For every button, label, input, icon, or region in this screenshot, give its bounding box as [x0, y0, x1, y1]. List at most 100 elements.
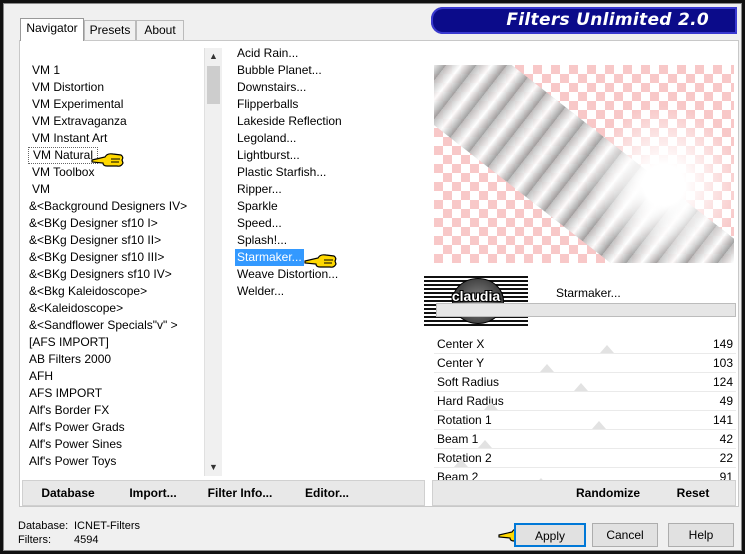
param-label: Center Y [437, 356, 485, 370]
slider-thumb[interactable] [600, 345, 614, 353]
param-value: 49 [719, 394, 733, 408]
filter-item[interactable]: Flipperballs [237, 96, 298, 113]
param-value: 149 [712, 337, 733, 351]
preview-starburst [584, 105, 734, 263]
help-button[interactable]: Help [668, 523, 734, 547]
param-label: Beam 1 [437, 432, 479, 446]
category-list[interactable]: VM 1 VM Distortion VM Experimental VM Ex… [26, 62, 201, 482]
category-item[interactable]: AFH [29, 368, 53, 385]
param-row-rotation-1[interactable]: Rotation 1 141 [434, 411, 736, 430]
category-item[interactable]: &<Sandflower Specials"v" > [29, 317, 178, 334]
param-value: 22 [719, 451, 733, 465]
cancel-button[interactable]: Cancel [592, 523, 658, 547]
filter-item[interactable]: Speed... [237, 215, 282, 232]
filter-item[interactable]: Lightburst... [237, 147, 300, 164]
selected-filter-name: Starmaker... [556, 286, 621, 300]
category-item[interactable]: &<Background Designers IV> [29, 198, 187, 215]
category-item[interactable]: Alf's Power Sines [29, 436, 122, 453]
category-item[interactable]: &<BKg Designers sf10 IV> [29, 266, 172, 283]
category-item[interactable]: VM Instant Art [32, 130, 107, 147]
category-scrollbar[interactable]: ▲ ▼ [204, 48, 222, 476]
scroll-down-arrow-icon[interactable]: ▼ [205, 459, 222, 476]
navigator-button-bar: Database Import... Filter Info... Editor… [22, 480, 425, 506]
watermark-logo: claudia [424, 276, 528, 326]
filter-item[interactable]: Bubble Planet... [237, 62, 322, 79]
category-item[interactable]: &<BKg Designer sf10 III> [29, 249, 164, 266]
filter-item[interactable]: Sparkle [237, 198, 278, 215]
parameter-list: Center X 149 Center Y 103 Soft Radius 12… [434, 335, 736, 487]
category-item[interactable]: VM 1 [32, 62, 60, 79]
category-item[interactable]: Alf's Border FX [29, 402, 109, 419]
param-row-rotation-2[interactable]: Rotation 2 22 [434, 449, 736, 468]
pointing-hand-icon [304, 254, 337, 268]
scroll-up-arrow-icon[interactable]: ▲ [205, 48, 222, 65]
param-row-soft-radius[interactable]: Soft Radius 124 [434, 373, 736, 392]
filter-item[interactable]: Ripper... [237, 181, 282, 198]
filter-list[interactable]: Acid Rain... Bubble Planet... Downstairs… [234, 45, 424, 345]
filter-info-button[interactable]: Filter Info... [207, 481, 273, 505]
editor-button[interactable]: Editor... [303, 481, 351, 505]
category-item[interactable]: AB Filters 2000 [29, 351, 111, 368]
slider-thumb[interactable] [478, 440, 492, 448]
param-value: 124 [712, 375, 733, 389]
reset-button[interactable]: Reset [671, 481, 715, 505]
category-item[interactable]: VM Extravaganza [32, 113, 127, 130]
tab-navigator[interactable]: Navigator [20, 18, 84, 41]
filter-preview [434, 65, 734, 263]
parameter-button-bar: Randomize Reset [432, 480, 736, 506]
filter-item[interactable]: Downstairs... [237, 79, 306, 96]
category-item[interactable]: &<BKg Designer sf10 II> [29, 232, 161, 249]
pointing-hand-icon [91, 153, 124, 167]
tab-presets[interactable]: Presets [84, 20, 136, 40]
filter-item[interactable]: Plastic Starfish... [237, 164, 326, 181]
param-row-beam-1[interactable]: Beam 1 42 [434, 430, 736, 449]
watermark-text: claudia [451, 288, 501, 304]
progress-bar [436, 303, 736, 317]
param-row-center-y[interactable]: Center Y 103 [434, 354, 736, 373]
filters-count-value: 4594 [74, 534, 99, 546]
category-item[interactable]: VM [32, 181, 50, 198]
filter-item-selected[interactable]: Starmaker... [235, 249, 304, 266]
title-banner: Filters Unlimited 2.0 [431, 7, 737, 34]
apply-button[interactable]: Apply [514, 523, 586, 547]
randomize-button[interactable]: Randomize [573, 481, 643, 505]
param-value: 141 [712, 413, 733, 427]
database-value: ICNET-Filters [74, 520, 140, 532]
filter-item[interactable]: Acid Rain... [237, 45, 298, 62]
tab-about[interactable]: About [136, 20, 184, 40]
param-row-hard-radius[interactable]: Hard Radius 49 [434, 392, 736, 411]
filters-unlimited-window: Filters Unlimited 2.0 Navigator Presets … [3, 3, 742, 551]
param-label: Rotation 1 [437, 413, 492, 427]
category-item-selected[interactable]: VM Natural [28, 147, 99, 164]
filter-item[interactable]: Lakeside Reflection [237, 113, 342, 130]
database-button[interactable]: Database [39, 481, 97, 505]
category-item[interactable]: Alf's Power Grads [29, 419, 125, 436]
param-value: 42 [719, 432, 733, 446]
filter-item[interactable]: Legoland... [237, 130, 296, 147]
param-label: Center X [437, 337, 485, 351]
database-label: Database: [18, 520, 69, 532]
slider-thumb[interactable] [574, 383, 588, 391]
import-button[interactable]: Import... [127, 481, 179, 505]
filters-count-label: Filters: [18, 534, 51, 546]
category-item[interactable]: AFS IMPORT [29, 385, 102, 402]
slider-thumb[interactable] [592, 421, 606, 429]
category-item[interactable]: [AFS IMPORT] [29, 334, 109, 351]
slider-thumb[interactable] [484, 402, 498, 410]
category-item[interactable]: &<Bkg Kaleidoscope> [29, 283, 147, 300]
param-row-center-x[interactable]: Center X 149 [434, 335, 736, 354]
scroll-thumb[interactable] [207, 66, 220, 104]
category-item[interactable]: VM Experimental [32, 96, 123, 113]
filter-item[interactable]: Welder... [237, 283, 284, 300]
param-label: Soft Radius [437, 375, 500, 389]
category-item[interactable]: &<Kaleidoscope> [29, 300, 123, 317]
filter-item[interactable]: Splash!... [237, 232, 287, 249]
category-item[interactable]: &<BKg Designer sf10 I> [29, 215, 158, 232]
category-item[interactable]: VM Distortion [32, 79, 104, 96]
param-value: 103 [712, 356, 733, 370]
category-item[interactable]: Alf's Power Toys [29, 453, 116, 470]
category-item[interactable]: VM Toolbox [32, 164, 94, 181]
slider-thumb[interactable] [540, 364, 554, 372]
window-title: Filters Unlimited 2.0 [506, 10, 709, 30]
slider-thumb[interactable] [454, 459, 468, 467]
